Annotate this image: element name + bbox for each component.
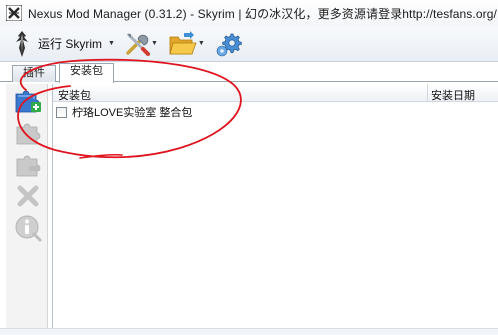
launch-game-label: 运行 Skyrim: [38, 37, 102, 51]
puzzle-add-icon: [15, 90, 41, 113]
nexus-app-icon: [6, 5, 22, 21]
mods-list: 安装包 安装日期 柠珞LOVE实验室 整合包: [52, 84, 498, 335]
settings-button[interactable]: [215, 29, 243, 59]
column-divider[interactable]: [427, 84, 428, 102]
mod-name: 柠珞LOVE实验室 整合包: [72, 107, 193, 119]
mod-info-button[interactable]: [14, 214, 42, 242]
title-bar: Nexus Mod Manager (0.31.2) - Skyrim | 幻の…: [0, 0, 498, 26]
deactivate-mod-button[interactable]: [14, 150, 42, 178]
column-header-install-date[interactable]: 安装日期: [431, 87, 475, 103]
open-folder-button[interactable]: ▼: [168, 29, 211, 59]
mod-actions-bar: [6, 84, 48, 335]
chevron-down-icon[interactable]: ▼: [151, 40, 158, 47]
mod-checkbox[interactable]: [56, 106, 67, 118]
status-strip: [0, 328, 498, 335]
delete-mod-button[interactable]: [14, 182, 42, 210]
tab-mods[interactable]: 安装包: [59, 63, 114, 83]
tools-icon: [126, 33, 150, 56]
puzzle-icon: [16, 123, 41, 145]
list-item[interactable]: 柠珞LOVE实验室 整合包: [56, 105, 192, 119]
chevron-down-icon[interactable]: ▼: [198, 40, 205, 47]
launch-game-button[interactable]: 运行 Skyrim ▼: [10, 29, 123, 59]
main-toolbar: 运行 Skyrim ▼ ▼ ▼: [0, 26, 498, 62]
activate-mod-button[interactable]: [14, 118, 42, 146]
window-title: Nexus Mod Manager (0.31.2) - Skyrim | 幻の…: [28, 6, 497, 21]
chevron-down-icon[interactable]: ▼: [108, 40, 115, 47]
add-mod-button[interactable]: [14, 86, 42, 114]
info-icon: [15, 215, 42, 242]
tools-button[interactable]: ▼: [123, 29, 164, 59]
list-header: 安装包 安装日期: [53, 84, 498, 102]
puzzle-remove-icon: [16, 155, 41, 177]
settings-icon: [216, 33, 242, 56]
skyrim-logo: [16, 30, 28, 57]
tab-strip: 插件 安装包: [0, 62, 498, 83]
tab-plugins[interactable]: 插件: [12, 65, 56, 82]
folder-icon: [169, 30, 197, 54]
delete-icon: [17, 185, 39, 207]
column-header-mod[interactable]: 安装包: [58, 87, 91, 103]
